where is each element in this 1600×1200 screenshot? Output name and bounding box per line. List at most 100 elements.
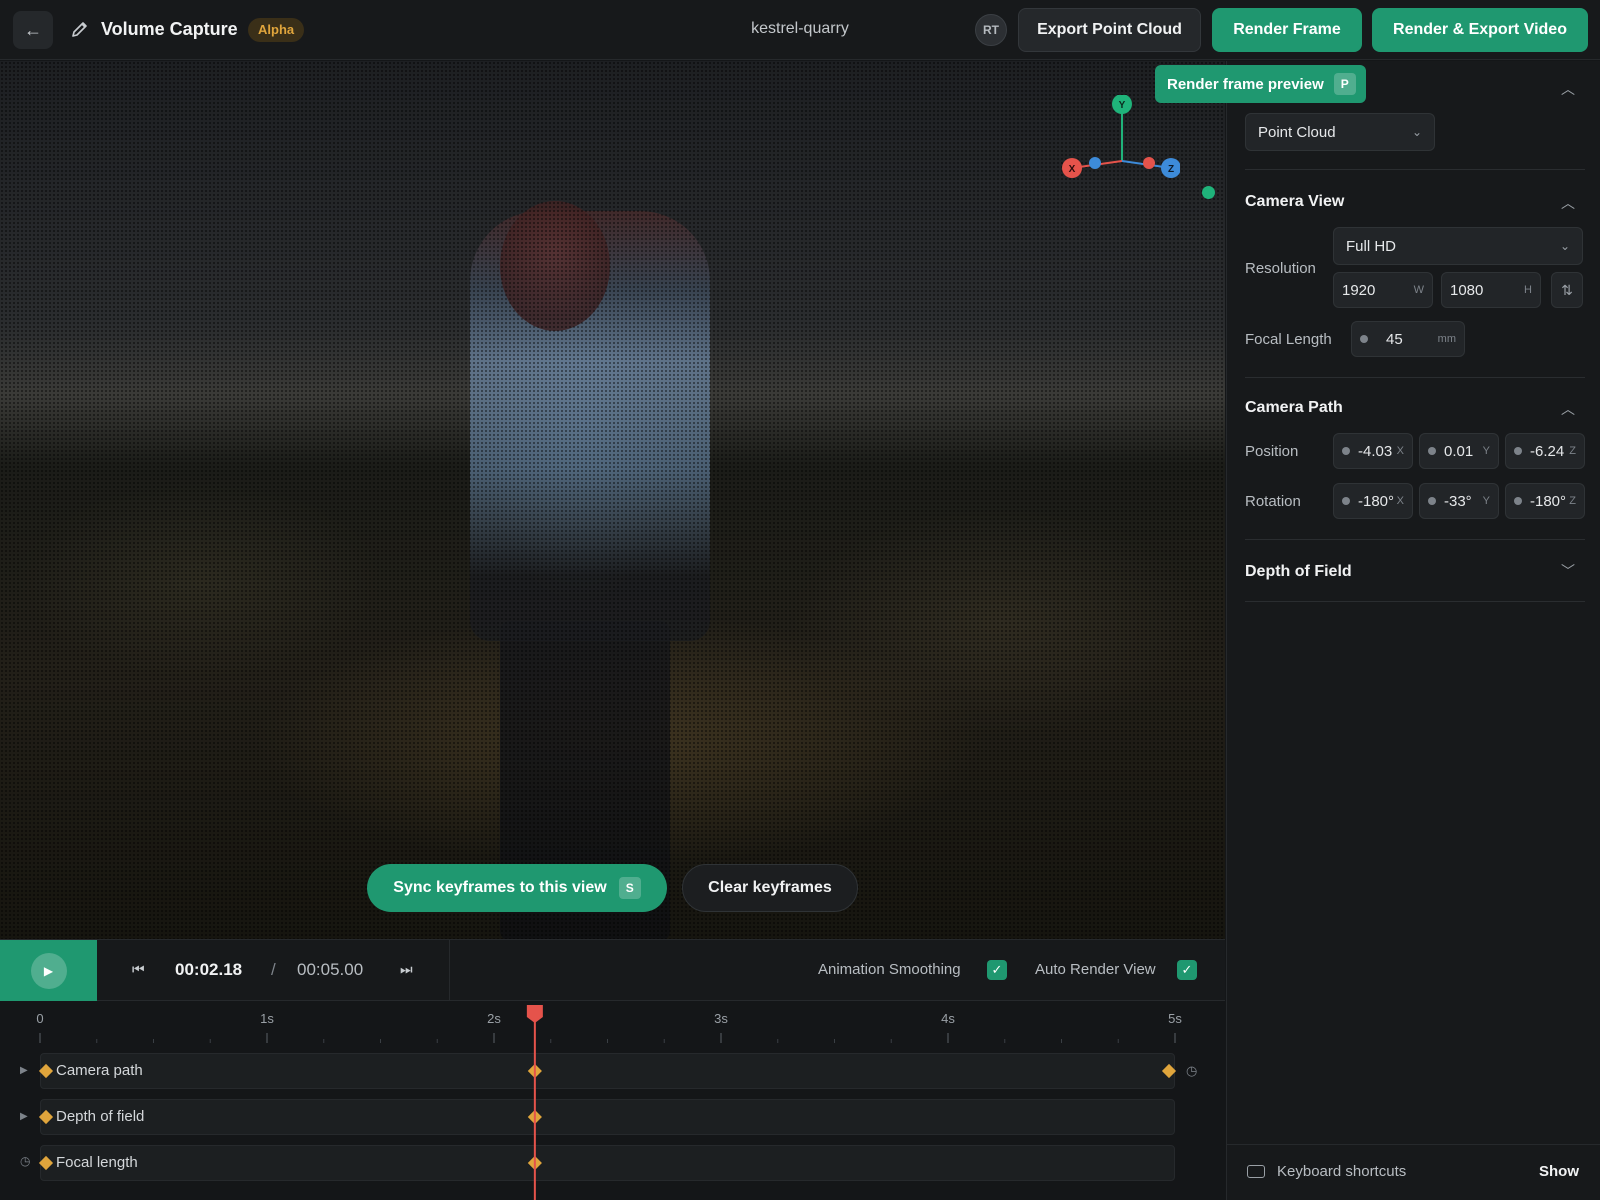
keyframe-dot-icon[interactable]: [1342, 497, 1350, 505]
top-bar: ← Volume Capture Alpha kestrel-quarry RT…: [0, 0, 1600, 60]
rotation-z-value: -180°: [1530, 492, 1567, 510]
resolution-width-value: 1920: [1342, 281, 1376, 299]
keyframe-diamond: [38, 1063, 54, 1079]
point-cloud-figure: [470, 211, 710, 641]
keyboard-icon: [1247, 1165, 1265, 1178]
avatar[interactable]: RT: [975, 14, 1007, 46]
render-frame-preview-tooltip: Render frame preview P: [1155, 65, 1366, 103]
swap-icon: ⇅: [1561, 281, 1573, 298]
app-title: Volume Capture: [101, 19, 238, 39]
focal-length-unit: mm: [1437, 333, 1456, 345]
width-suffix: W: [1413, 284, 1424, 296]
position-y-input[interactable]: 0.01 Y: [1419, 433, 1499, 469]
axis-suffix: Y: [1482, 495, 1490, 507]
keyframe-dot-icon[interactable]: [1342, 447, 1350, 455]
render-frame-button[interactable]: Render Frame: [1212, 8, 1362, 52]
rotation-x-value: -180°: [1358, 492, 1395, 510]
position-z-value: -6.24: [1530, 442, 1565, 460]
tick-label: 4s: [941, 1011, 955, 1026]
current-time: 00:02.18: [175, 960, 243, 979]
timeline-canvas[interactable]: 0 1s 2s 3s 4s 5s: [0, 1001, 1225, 1200]
resolution-height-input[interactable]: 1080 H: [1441, 272, 1541, 308]
total-time: 00:05.00: [297, 960, 364, 979]
swap-dimensions-button[interactable]: ⇅: [1551, 272, 1583, 308]
height-suffix: H: [1524, 284, 1532, 296]
focal-length-value: 45: [1386, 330, 1403, 348]
clear-keyframes-button[interactable]: Clear keyframes: [682, 864, 858, 912]
keyboard-shortcuts-label: Keyboard shortcuts: [1277, 1163, 1407, 1180]
position-z-input[interactable]: -6.24 Z: [1505, 433, 1585, 469]
check-icon: ✓: [1181, 962, 1193, 977]
keyframe-dot-icon[interactable]: [1514, 447, 1522, 455]
rotation-x-input[interactable]: -180° X: [1333, 483, 1413, 519]
position-x-input[interactable]: -4.03 X: [1333, 433, 1413, 469]
axis-suffix: Z: [1569, 495, 1576, 507]
depth-of-field-title[interactable]: Depth of Field: [1245, 563, 1352, 581]
keyframe-dot-icon[interactable]: [1514, 497, 1522, 505]
skip-to-start-icon[interactable]: ⏮: [132, 961, 145, 978]
rotation-y-input[interactable]: -33° Y: [1419, 483, 1499, 519]
resolution-width-input[interactable]: 1920 W: [1333, 272, 1433, 308]
chevron-up-icon[interactable]: ︿: [1561, 193, 1575, 213]
tick-label: 3s: [714, 1011, 728, 1026]
skip-to-end-icon[interactable]: ⏭: [400, 961, 413, 978]
focal-length-input[interactable]: 45 mm: [1351, 321, 1465, 357]
project-name: kestrel-quarry: [751, 20, 849, 37]
axis-gizmo[interactable]: Y X Z: [1060, 95, 1180, 185]
axis-z-label: Z: [1168, 164, 1174, 175]
point-cloud-viewport[interactable]: [0, 61, 1225, 939]
pencil-icon[interactable]: [70, 19, 90, 39]
tooltip-label: Render frame preview: [1167, 75, 1324, 93]
render-mode-select[interactable]: Point Cloud ⌄: [1245, 113, 1435, 151]
divider: [449, 940, 450, 1001]
alpha-badge: Alpha: [248, 18, 305, 42]
resolution-label: Resolution: [1245, 260, 1316, 277]
show-shortcuts-button[interactable]: Show: [1539, 1163, 1579, 1180]
rotation-y-value: -33°: [1444, 492, 1472, 510]
camera-view-title: Camera View: [1245, 193, 1345, 210]
divider: [1245, 169, 1585, 170]
render-export-video-button[interactable]: Render & Export Video: [1372, 8, 1588, 52]
axis-x-label: X: [1069, 164, 1076, 175]
tick-label: 0: [36, 1011, 43, 1026]
keyframe-diamond: [38, 1109, 54, 1125]
rotation-label: Rotation: [1245, 493, 1301, 510]
point-cloud-figure-head: [500, 201, 610, 331]
chevron-up-icon[interactable]: ︿: [1561, 79, 1575, 99]
sync-keyframes-button[interactable]: Sync keyframes to this view S: [367, 864, 667, 912]
chevron-down-icon: ⌄: [1411, 125, 1422, 139]
keyframe-dot-icon[interactable]: [1360, 335, 1368, 343]
animation-smoothing-checkbox[interactable]: ✓: [987, 960, 1007, 980]
tick-label: 1s: [260, 1011, 274, 1026]
position-label: Position: [1245, 443, 1299, 460]
divider: [1245, 377, 1585, 378]
keyframe-dot-icon[interactable]: [1428, 497, 1436, 505]
play-icon: ▶: [30, 952, 67, 989]
play-button[interactable]: ▶: [0, 940, 97, 1001]
playhead-handle: [526, 1005, 543, 1023]
render-mode-value: Point Cloud: [1258, 123, 1336, 141]
panel-footer: Keyboard shortcuts Show: [1227, 1144, 1600, 1200]
camera-path-title: Camera Path: [1245, 399, 1343, 416]
chevron-up-icon[interactable]: ︿: [1561, 399, 1575, 419]
keyframe-diamond: [38, 1155, 54, 1171]
timeline[interactable]: ▶ ▶ ◷ Camera path Depth of field Focal l…: [0, 1001, 1225, 1200]
chevron-down-icon: ⌄: [1559, 239, 1570, 253]
axis-suffix: X: [1396, 445, 1404, 457]
axis-y-label: Y: [1119, 100, 1126, 111]
focal-length-label: Focal Length: [1245, 331, 1332, 348]
resolution-preset-select[interactable]: Full HD ⌄: [1333, 227, 1583, 265]
back-button[interactable]: ←: [13, 11, 53, 49]
auto-render-view-checkbox[interactable]: ✓: [1177, 960, 1197, 980]
keyframe-dot-icon[interactable]: [1428, 447, 1436, 455]
animation-smoothing-label: Animation Smoothing: [818, 961, 961, 978]
check-icon: ✓: [991, 962, 1003, 977]
resolution-preset-value: Full HD: [1346, 237, 1397, 255]
tooltip-shortcut: P: [1333, 73, 1356, 95]
rotation-z-input[interactable]: -180° Z: [1505, 483, 1585, 519]
chevron-down-icon[interactable]: ﹀: [1561, 561, 1575, 581]
playback-bar: ▶ ⏮ 00:02.18 / 00:05.00 ⏭ Animation Smoo…: [0, 939, 1225, 1001]
tick-label: 5s: [1168, 1011, 1182, 1026]
export-point-cloud-button[interactable]: Export Point Cloud: [1018, 8, 1201, 52]
auto-render-view-label: Auto Render View: [1035, 961, 1156, 978]
